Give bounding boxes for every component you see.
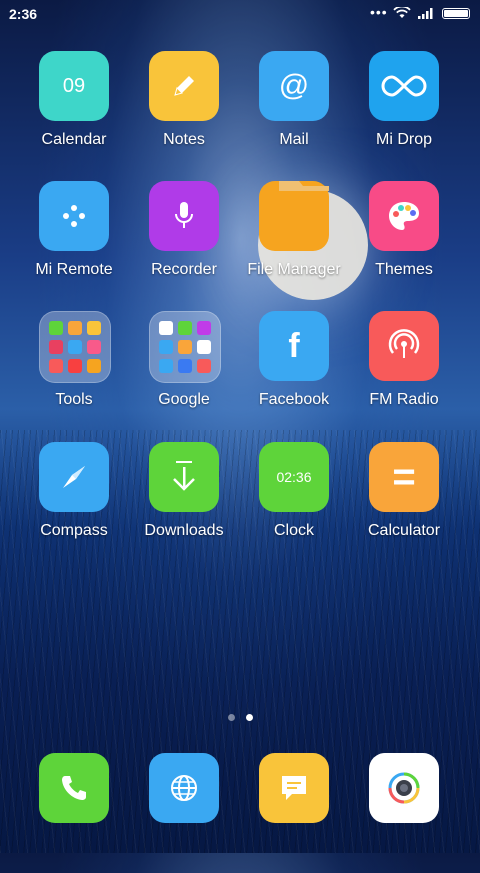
app-label: Notes	[163, 131, 205, 148]
app-compass[interactable]: Compass	[19, 442, 129, 562]
dock-phone[interactable]	[19, 753, 129, 873]
camera-icon	[369, 753, 439, 823]
app-label: File Manager	[247, 261, 341, 278]
globe-icon	[149, 753, 219, 823]
message-icon	[259, 753, 329, 823]
app-recorder[interactable]: Recorder	[129, 181, 239, 301]
pencil-icon	[149, 51, 219, 121]
app-notes[interactable]: Notes	[129, 51, 239, 171]
status-bar: 2:36 •••	[0, 0, 480, 28]
dock-messaging[interactable]	[239, 753, 349, 873]
app-downloads[interactable]: Downloads	[129, 442, 239, 562]
app-mail[interactable]: @ Mail	[239, 51, 349, 171]
app-label: Mi Remote	[35, 261, 113, 278]
radio-icon	[369, 311, 439, 381]
app-label: Tools	[55, 391, 93, 408]
page-indicator	[228, 708, 264, 726]
microphone-icon	[149, 181, 219, 251]
app-folder-google[interactable]: Google	[129, 311, 239, 431]
download-icon	[149, 442, 219, 512]
app-facebook[interactable]: f Facebook	[239, 311, 349, 431]
app-label: Facebook	[258, 391, 330, 408]
app-label: Recorder	[151, 261, 217, 278]
remote-icon	[39, 181, 109, 251]
compass-icon	[39, 442, 109, 512]
infinity-icon	[369, 51, 439, 121]
app-themes[interactable]: Themes	[349, 181, 459, 301]
app-folder-tools[interactable]: Tools	[19, 311, 129, 431]
status-time: 2:36	[9, 6, 38, 22]
signal-icon	[418, 8, 433, 19]
phone-icon	[39, 753, 109, 823]
dock-camera[interactable]	[349, 753, 459, 873]
app-label: Google	[158, 391, 210, 408]
dock-browser[interactable]	[129, 753, 239, 873]
folder-icon	[259, 181, 329, 251]
app-label: Calendar	[41, 131, 107, 148]
calendar-icon: 09	[39, 51, 109, 121]
battery-icon	[442, 8, 470, 19]
app-label: Clock	[273, 522, 314, 539]
app-label: Mail	[279, 131, 309, 148]
app-label: Downloads	[144, 522, 224, 539]
app-clock[interactable]: 02:36 Clock	[239, 442, 349, 562]
app-mi-remote[interactable]: Mi Remote	[19, 181, 129, 301]
app-label: FM Radio	[369, 391, 439, 408]
folder-google-icon	[149, 311, 221, 383]
app-file-manager[interactable]: File Manager	[239, 181, 349, 301]
page-dot-active[interactable]	[246, 714, 253, 721]
notification-dots: •••	[370, 4, 388, 20]
app-label: Themes	[375, 261, 433, 278]
folder-tools-icon	[39, 311, 111, 383]
app-label: Compass	[40, 522, 108, 539]
clock-icon: 02:36	[259, 442, 329, 512]
calendar-date: 09	[62, 74, 86, 97]
at-icon: @	[259, 51, 329, 121]
app-mi-drop[interactable]: Mi Drop	[349, 51, 459, 171]
calculator-icon: =	[369, 442, 439, 512]
app-calendar[interactable]: 09 Calendar	[19, 51, 129, 171]
wifi-icon	[393, 7, 411, 18]
facebook-icon: f	[259, 311, 329, 381]
app-calculator[interactable]: = Calculator	[349, 442, 459, 562]
palette-icon	[369, 181, 439, 251]
app-label: Calculator	[367, 522, 441, 539]
page-dot[interactable]	[228, 714, 235, 721]
app-label: Mi Drop	[375, 131, 432, 148]
app-fm-radio[interactable]: FM Radio	[349, 311, 459, 431]
